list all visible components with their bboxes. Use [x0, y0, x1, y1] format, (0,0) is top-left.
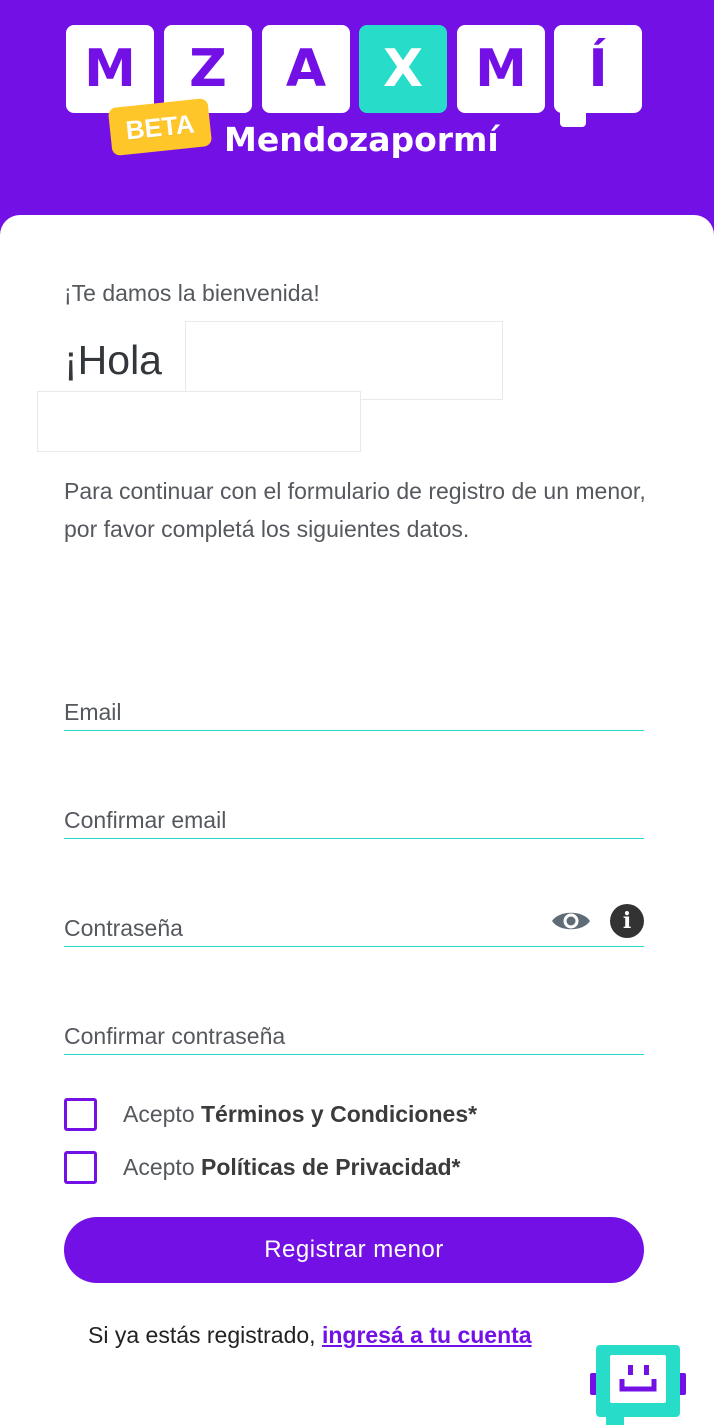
- logo-tile: Í: [554, 25, 642, 127]
- intro-text: Para continuar con el formulario de regi…: [64, 478, 646, 542]
- chat-face-icon: [619, 1365, 657, 1392]
- chat-tail: [606, 1413, 624, 1425]
- confirm-email-label: Confirmar email: [64, 807, 227, 833]
- confirm-password-field[interactable]: Confirmar contraseña: [64, 1015, 644, 1055]
- login-link[interactable]: ingresá a tu cuenta: [322, 1322, 532, 1348]
- logo-tile-letter: Í: [588, 39, 608, 99]
- welcome-text: ¡Te damos la bienvenida!: [64, 280, 320, 306]
- terms-text: Acepto Términos y Condiciones*: [123, 1101, 477, 1128]
- password-icons: i: [550, 904, 644, 938]
- info-icon[interactable]: i: [610, 904, 644, 938]
- login-prompt: Si ya estás registrado, ingresá a tu cue…: [88, 1322, 532, 1349]
- beta-badge: BETA: [107, 97, 213, 157]
- privacy-prefix: Acepto: [123, 1154, 195, 1180]
- confirm-password-label: Confirmar contraseña: [64, 1023, 286, 1049]
- email-field[interactable]: Email: [64, 691, 644, 731]
- logo-tile: M: [457, 25, 545, 113]
- password-field[interactable]: Contraseña i: [64, 904, 644, 947]
- password-label: Contraseña: [64, 915, 183, 941]
- terms-checkbox[interactable]: [64, 1098, 97, 1131]
- privacy-text: Acepto Políticas de Privacidad*: [123, 1154, 461, 1181]
- logo-tile: Z: [164, 25, 252, 113]
- terms-prefix: Acepto: [123, 1101, 195, 1127]
- confirm-email-field[interactable]: Confirmar email: [64, 799, 644, 839]
- privacy-row: Acepto Políticas de Privacidad*: [64, 1151, 461, 1184]
- logo-tile: X: [359, 25, 447, 113]
- terms-link[interactable]: Términos y Condiciones*: [201, 1101, 477, 1127]
- email-label: Email: [64, 699, 122, 725]
- login-prompt-text: Si ya estás registrado,: [88, 1322, 316, 1348]
- chat-widget[interactable]: [590, 1345, 686, 1425]
- chat-icon: [610, 1355, 666, 1403]
- privacy-checkbox[interactable]: [64, 1151, 97, 1184]
- register-button[interactable]: Registrar menor: [64, 1217, 644, 1283]
- brand-name: Mendozapormí: [224, 120, 499, 159]
- child-name-field: [185, 321, 503, 400]
- chat-bubble: [596, 1345, 680, 1417]
- child-surname-field: [37, 391, 361, 452]
- eye-icon[interactable]: [550, 908, 592, 934]
- logo-tiles: M Z A X M Í: [66, 25, 646, 127]
- logo-tile: M: [66, 25, 154, 113]
- logo-tile: A: [262, 25, 350, 113]
- greeting-text: ¡Hola: [64, 337, 162, 383]
- speech-tail: [560, 109, 586, 127]
- terms-row: Acepto Términos y Condiciones*: [64, 1098, 477, 1131]
- privacy-link[interactable]: Políticas de Privacidad*: [201, 1154, 461, 1180]
